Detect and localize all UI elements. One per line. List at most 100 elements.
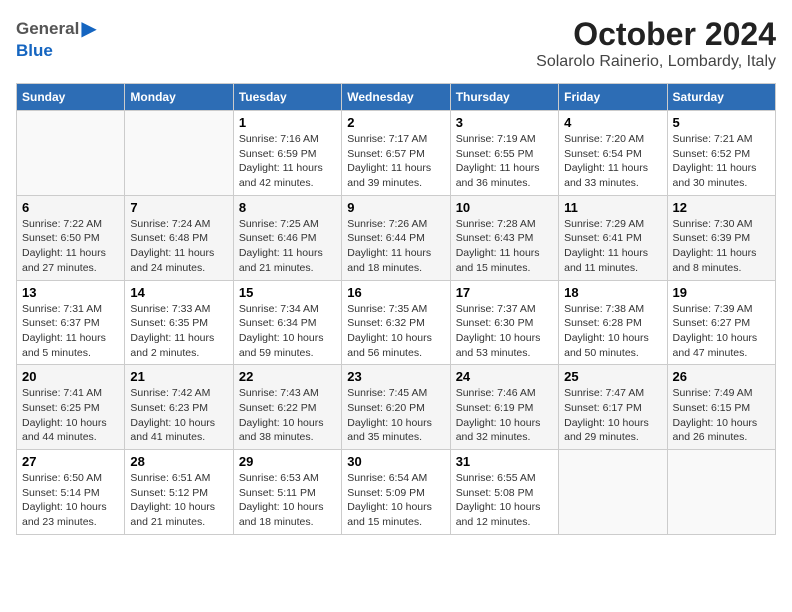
calendar-cell: 4Sunrise: 7:20 AM Sunset: 6:54 PM Daylig… (559, 111, 667, 196)
calendar-cell: 20 Sunrise: 7:41 AM Sunset: 6:25 PM Dayli… (17, 365, 125, 450)
calendar-week-row: 27 Sunrise: 6:50 AM Sunset: 5:14 PM Dayli… (17, 450, 776, 535)
calendar-cell: 25 Sunrise: 7:47 AM Sunset: 6:17 PM Dayli… (559, 365, 667, 450)
calendar-cell: 11 Sunrise: 7:29 AM Sunset: 6:41 PM Dayli… (559, 195, 667, 280)
calendar-cell (125, 111, 233, 196)
day-number: 20 (22, 369, 119, 384)
weekday-header-cell: Monday (125, 84, 233, 111)
day-info: Sunrise: 7:21 AM Sunset: 6:52 PM Dayligh… (673, 132, 770, 191)
logo-blue: Blue (16, 41, 53, 60)
day-info: Sunrise: 7:37 AM Sunset: 6:30 PM Dayligh… (456, 302, 553, 361)
day-number: 11 (564, 200, 661, 215)
calendar-cell: 15Sunrise: 7:34 AM Sunset: 6:34 PM Dayli… (233, 280, 341, 365)
calendar-cell: 17 Sunrise: 7:37 AM Sunset: 6:30 PM Dayli… (450, 280, 558, 365)
logo-bird-icon: ▶ (81, 16, 96, 41)
calendar-cell (559, 450, 667, 535)
calendar-cell: 31 Sunrise: 6:55 AM Sunset: 5:08 PM Dayli… (450, 450, 558, 535)
calendar-cell: 19Sunrise: 7:39 AM Sunset: 6:27 PM Dayli… (667, 280, 775, 365)
logo: General ▶ Blue (16, 16, 97, 61)
day-info: Sunrise: 7:25 AM Sunset: 6:46 PM Dayligh… (239, 217, 336, 276)
location-title: Solarolo Rainerio, Lombardy, Italy (536, 53, 776, 71)
calendar-cell: 12 Sunrise: 7:30 AM Sunset: 6:39 PM Dayli… (667, 195, 775, 280)
calendar-cell: 14Sunrise: 7:33 AM Sunset: 6:35 PM Dayli… (125, 280, 233, 365)
day-info: Sunrise: 7:31 AM Sunset: 6:37 PM Dayligh… (22, 302, 119, 361)
day-info: Sunrise: 7:39 AM Sunset: 6:27 PM Dayligh… (673, 302, 770, 361)
day-number: 23 (347, 369, 444, 384)
calendar-cell (17, 111, 125, 196)
day-number: 5 (673, 115, 770, 130)
weekday-header-cell: Friday (559, 84, 667, 111)
day-info: Sunrise: 6:55 AM Sunset: 5:08 PM Dayligh… (456, 471, 553, 530)
day-info: Sunrise: 7:24 AM Sunset: 6:48 PM Dayligh… (130, 217, 227, 276)
calendar-cell: 2 Sunrise: 7:17 AM Sunset: 6:57 PM Daylig… (342, 111, 450, 196)
day-info: Sunrise: 7:42 AM Sunset: 6:23 PM Dayligh… (130, 386, 227, 445)
day-number: 22 (239, 369, 336, 384)
calendar-cell: 13 Sunrise: 7:31 AM Sunset: 6:37 PM Dayli… (17, 280, 125, 365)
calendar-cell: 27 Sunrise: 6:50 AM Sunset: 5:14 PM Dayli… (17, 450, 125, 535)
day-info: Sunrise: 7:17 AM Sunset: 6:57 PM Dayligh… (347, 132, 444, 191)
day-number: 10 (456, 200, 553, 215)
calendar-cell: 26Sunrise: 7:49 AM Sunset: 6:15 PM Dayli… (667, 365, 775, 450)
day-info: Sunrise: 7:38 AM Sunset: 6:28 PM Dayligh… (564, 302, 661, 361)
calendar-table: SundayMondayTuesdayWednesdayThursdayFrid… (16, 83, 776, 535)
day-info: Sunrise: 7:45 AM Sunset: 6:20 PM Dayligh… (347, 386, 444, 445)
day-number: 21 (130, 369, 227, 384)
day-info: Sunrise: 7:29 AM Sunset: 6:41 PM Dayligh… (564, 217, 661, 276)
day-info: Sunrise: 7:20 AM Sunset: 6:54 PM Dayligh… (564, 132, 661, 191)
day-info: Sunrise: 7:47 AM Sunset: 6:17 PM Dayligh… (564, 386, 661, 445)
calendar-cell: 3Sunrise: 7:19 AM Sunset: 6:55 PM Daylig… (450, 111, 558, 196)
day-number: 16 (347, 285, 444, 300)
day-number: 2 (347, 115, 444, 130)
weekday-header-row: SundayMondayTuesdayWednesdayThursdayFrid… (17, 84, 776, 111)
day-info: Sunrise: 7:26 AM Sunset: 6:44 PM Dayligh… (347, 217, 444, 276)
calendar-week-row: 6 Sunrise: 7:22 AM Sunset: 6:50 PM Daylig… (17, 195, 776, 280)
calendar-cell: 24 Sunrise: 7:46 AM Sunset: 6:19 PM Dayli… (450, 365, 558, 450)
calendar-cell: 9Sunrise: 7:26 AM Sunset: 6:44 PM Daylig… (342, 195, 450, 280)
day-number: 6 (22, 200, 119, 215)
day-number: 12 (673, 200, 770, 215)
weekday-header-cell: Saturday (667, 84, 775, 111)
day-number: 7 (130, 200, 227, 215)
weekday-header-cell: Tuesday (233, 84, 341, 111)
day-number: 13 (22, 285, 119, 300)
day-info: Sunrise: 6:51 AM Sunset: 5:12 PM Dayligh… (130, 471, 227, 530)
calendar-cell: 5 Sunrise: 7:21 AM Sunset: 6:52 PM Daylig… (667, 111, 775, 196)
calendar-cell: 29 Sunrise: 6:53 AM Sunset: 5:11 PM Dayli… (233, 450, 341, 535)
day-number: 17 (456, 285, 553, 300)
day-number: 27 (22, 454, 119, 469)
day-info: Sunrise: 7:43 AM Sunset: 6:22 PM Dayligh… (239, 386, 336, 445)
calendar-week-row: 1Sunrise: 7:16 AM Sunset: 6:59 PM Daylig… (17, 111, 776, 196)
title-area: October 2024 Solarolo Rainerio, Lombardy… (536, 16, 776, 71)
day-info: Sunrise: 7:41 AM Sunset: 6:25 PM Dayligh… (22, 386, 119, 445)
calendar-cell: 23 Sunrise: 7:45 AM Sunset: 6:20 PM Dayli… (342, 365, 450, 450)
day-info: Sunrise: 7:30 AM Sunset: 6:39 PM Dayligh… (673, 217, 770, 276)
calendar-cell: 7 Sunrise: 7:24 AM Sunset: 6:48 PM Daylig… (125, 195, 233, 280)
day-info: Sunrise: 7:46 AM Sunset: 6:19 PM Dayligh… (456, 386, 553, 445)
day-number: 29 (239, 454, 336, 469)
logo-general: General (16, 19, 79, 39)
calendar-cell: 6 Sunrise: 7:22 AM Sunset: 6:50 PM Daylig… (17, 195, 125, 280)
day-info: Sunrise: 7:22 AM Sunset: 6:50 PM Dayligh… (22, 217, 119, 276)
day-info: Sunrise: 7:35 AM Sunset: 6:32 PM Dayligh… (347, 302, 444, 361)
day-info: Sunrise: 7:34 AM Sunset: 6:34 PM Dayligh… (239, 302, 336, 361)
day-info: Sunrise: 6:54 AM Sunset: 5:09 PM Dayligh… (347, 471, 444, 530)
day-number: 26 (673, 369, 770, 384)
weekday-header-cell: Thursday (450, 84, 558, 111)
day-info: Sunrise: 7:16 AM Sunset: 6:59 PM Dayligh… (239, 132, 336, 191)
day-number: 25 (564, 369, 661, 384)
weekday-header-cell: Wednesday (342, 84, 450, 111)
day-info: Sunrise: 7:19 AM Sunset: 6:55 PM Dayligh… (456, 132, 553, 191)
calendar-week-row: 13 Sunrise: 7:31 AM Sunset: 6:37 PM Dayli… (17, 280, 776, 365)
day-number: 30 (347, 454, 444, 469)
day-number: 31 (456, 454, 553, 469)
day-info: Sunrise: 7:28 AM Sunset: 6:43 PM Dayligh… (456, 217, 553, 276)
day-info: Sunrise: 6:53 AM Sunset: 5:11 PM Dayligh… (239, 471, 336, 530)
calendar-cell: 16 Sunrise: 7:35 AM Sunset: 6:32 PM Dayli… (342, 280, 450, 365)
calendar-cell: 21 Sunrise: 7:42 AM Sunset: 6:23 PM Dayli… (125, 365, 233, 450)
day-info: Sunrise: 6:50 AM Sunset: 5:14 PM Dayligh… (22, 471, 119, 530)
day-number: 28 (130, 454, 227, 469)
day-number: 8 (239, 200, 336, 215)
calendar-cell: 30 Sunrise: 6:54 AM Sunset: 5:09 PM Dayli… (342, 450, 450, 535)
day-number: 18 (564, 285, 661, 300)
day-number: 24 (456, 369, 553, 384)
calendar-week-row: 20 Sunrise: 7:41 AM Sunset: 6:25 PM Dayli… (17, 365, 776, 450)
